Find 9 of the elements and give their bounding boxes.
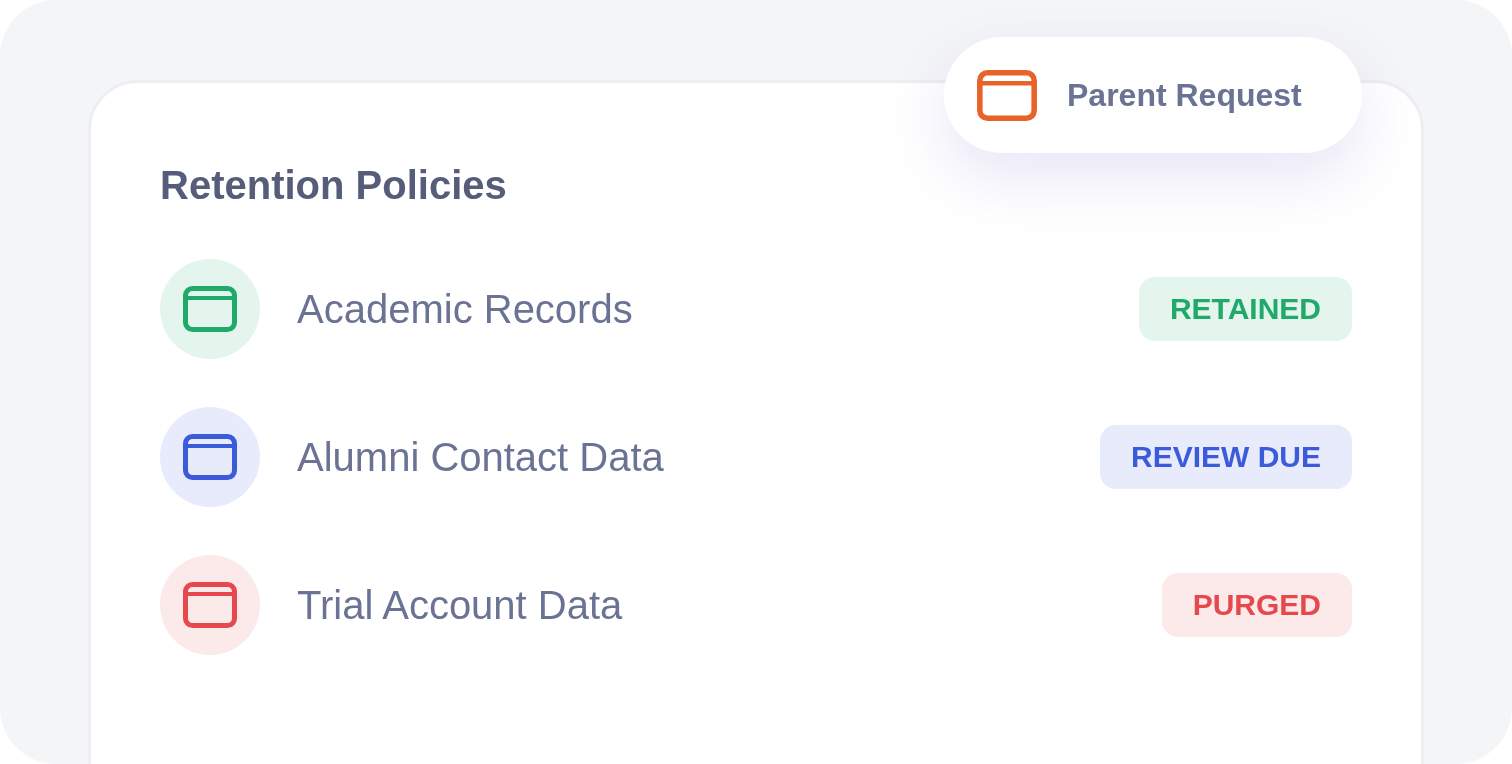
policy-name: Alumni Contact Data [297, 434, 664, 481]
window-icon [977, 69, 1037, 121]
policy-name: Trial Account Data [297, 582, 623, 629]
card-title: Retention Policies [160, 162, 507, 209]
policy-name: Academic Records [297, 286, 633, 333]
status-badge: REVIEW DUE [1099, 425, 1352, 489]
status-badge: PURGED [1161, 573, 1352, 637]
status-badge: RETAINED [1138, 277, 1352, 341]
tag-label: Parent Request [1067, 76, 1302, 114]
